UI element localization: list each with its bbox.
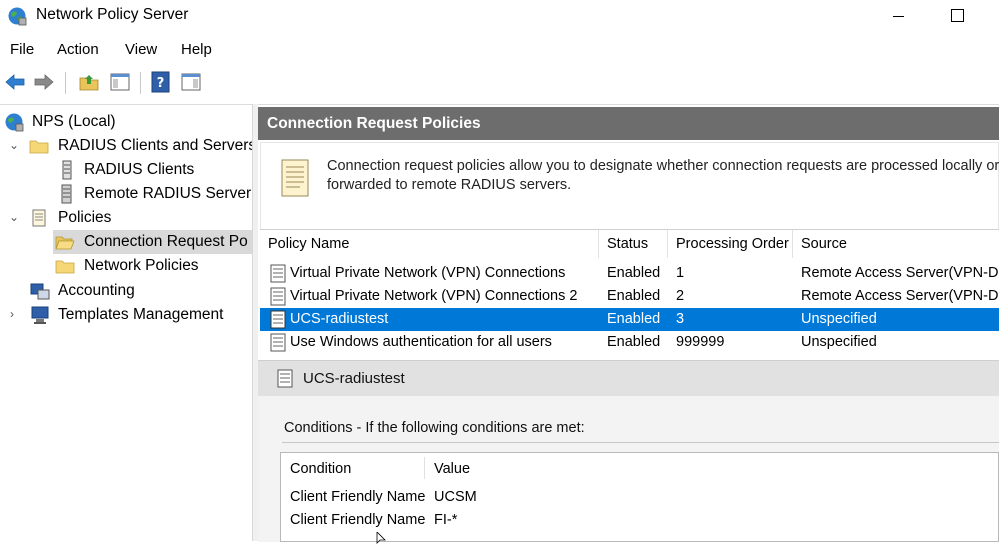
condition-value: UCSM [434,489,477,505]
column-header-processing-order[interactable]: Processing Order [668,230,793,258]
policy-document-icon [32,209,46,227]
svg-text:?: ? [157,76,165,91]
back-arrow-icon[interactable] [4,71,26,93]
column-header-condition[interactable]: Condition [290,461,351,477]
globe-server-icon [8,7,27,26]
policy-source: Remote Access Server(VPN-Di [801,288,999,304]
tree-label: NPS (Local) [32,113,116,130]
folder-icon [55,260,75,274]
policy-name: Virtual Private Network (VPN) Connection… [290,265,566,281]
policy-status: Enabled [607,265,661,281]
policy-status: Enabled [607,311,661,327]
menu-action[interactable]: Action [57,41,99,58]
tree-item-policies[interactable]: ⌄ Policies [0,206,252,230]
info-description: Connection request policies allow you to… [327,158,999,193]
conditions-label: Conditions - If the following conditions… [284,420,585,436]
policy-name: Virtual Private Network (VPN) Connection… [290,288,578,304]
policy-status: Enabled [607,334,661,350]
menu-help[interactable]: Help [181,41,212,58]
policy-source: Unspecified [801,311,877,327]
menu-bar: File Action View Help [0,36,999,64]
title-bar: Network Policy Server [0,0,999,32]
policy-scroll-icon [277,369,293,388]
conditions-table: Condition Value Client Friendly Name UCS… [280,452,999,542]
detail-body: Conditions - If the following conditions… [258,396,999,542]
tree-label: Accounting [58,282,135,299]
tree-item-radius-clients-servers[interactable]: ⌄ RADIUS Clients and Servers [0,134,256,158]
column-header-value[interactable]: Value [434,461,470,477]
folder-icon [29,140,49,154]
policy-scroll-icon [270,264,286,283]
policy-name: UCS-radiustest [290,311,389,327]
policy-source: Remote Access Server(VPN-Di [801,265,999,281]
scroll-document-icon [281,159,309,197]
table-row-selected[interactable]: UCS-radiustest Enabled 3 Unspecified [260,308,999,331]
open-folder-icon [55,236,75,250]
policy-source: Unspecified [801,334,877,350]
policy-status: Enabled [607,288,661,304]
templates-icon [31,306,49,324]
accounting-icon [30,283,50,300]
mouse-cursor-icon [376,532,386,544]
chevron-down-icon[interactable]: ⌄ [9,138,21,152]
help-icon[interactable]: ? [150,71,172,93]
server-group-icon [61,184,72,204]
info-panel: Connection request policies allow you to… [260,142,999,230]
tree-label: Policies [58,209,112,226]
pane-title: Connection Request Policies [267,115,481,132]
pane-header: Connection Request Policies [258,107,999,140]
action-pane-icon[interactable] [180,71,202,93]
policy-name: Use Windows authentication for all users [290,334,552,350]
detail-header: UCS-radiustest [258,360,999,396]
tree-label: Templates Management [58,306,224,323]
forward-arrow-icon[interactable] [33,71,55,93]
policy-scroll-icon [270,287,286,306]
condition-value: FI-* [434,512,458,528]
tree-label: RADIUS Clients [84,161,195,178]
minimize-button[interactable] [876,0,922,32]
tree-item-connection-request-policies[interactable]: Connection Request Po [0,230,252,254]
window-title: Network Policy Server [36,6,189,23]
globe-server-icon [5,113,24,132]
tree-label: RADIUS Clients and Servers [58,137,257,154]
tree-item-templates[interactable]: › Templates Management [0,303,252,327]
tree-item-radius-clients[interactable]: RADIUS Clients [0,158,252,182]
detail-title: UCS-radiustest [303,370,405,387]
policy-order: 1 [676,265,685,281]
maximize-button[interactable] [934,0,980,32]
policy-order: 999999 [676,334,725,350]
condition-name: Client Friendly Name [290,489,426,505]
policy-scroll-icon [270,333,286,352]
tree-item-accounting[interactable]: Accounting [0,279,252,303]
table-row[interactable]: Virtual Private Network (VPN) Connection… [260,262,999,285]
server-icon [62,160,72,180]
show-hide-tree-icon[interactable] [109,71,131,93]
toolbar: ? [0,66,999,100]
column-header-source[interactable]: Source [793,230,999,258]
up-folder-icon[interactable] [78,71,100,93]
tree-label: Network Policies [84,257,199,274]
tree-item-remote-radius[interactable]: Remote RADIUS Server [0,182,252,206]
policies-list: Policy Name Status Processing Order Sour… [260,229,999,361]
chevron-down-icon[interactable]: ⌄ [9,210,21,224]
tree-label: Remote RADIUS Server [84,185,252,202]
policy-order: 2 [676,288,685,304]
console-tree: NPS (Local) ⌄ RADIUS Clients and Servers… [0,104,256,541]
tree-item-network-policies[interactable]: Network Policies [0,254,252,278]
tree-item-nps-local[interactable]: NPS (Local) [0,110,252,134]
menu-view[interactable]: View [125,41,157,58]
details-pane: Connection Request Policies Connection r… [258,104,999,542]
menu-file[interactable]: File [10,41,34,58]
condition-name: Client Friendly Name [290,512,426,528]
table-row[interactable]: Virtual Private Network (VPN) Connection… [260,285,999,308]
table-row[interactable]: Use Windows authentication for all users… [260,331,999,354]
policy-scroll-icon [270,310,286,329]
tree-label: Connection Request Po [82,233,250,251]
column-header-status[interactable]: Status [599,230,668,258]
chevron-right-icon[interactable]: › [10,307,22,321]
column-header-policy-name[interactable]: Policy Name [260,230,599,258]
policy-order: 3 [676,311,685,327]
